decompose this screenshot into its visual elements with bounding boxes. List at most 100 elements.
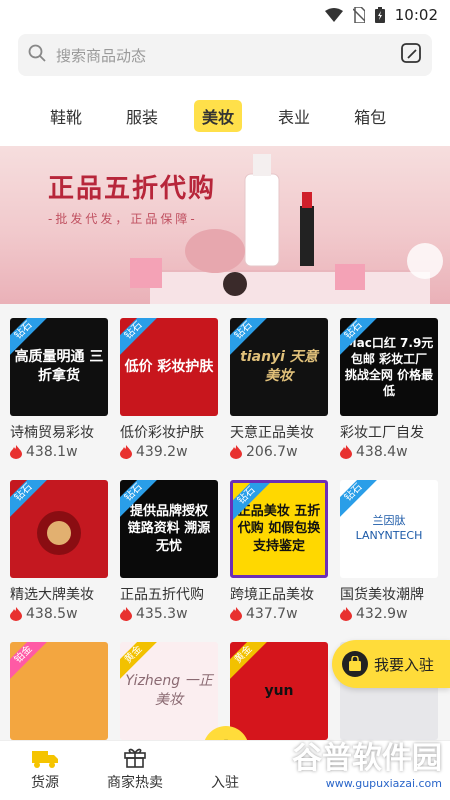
thumbnail-text (55, 687, 63, 695)
product-card[interactable]: 黄金 yun (230, 642, 330, 740)
heat-value: 206.7w (246, 444, 298, 460)
product-thumbnail: 钻石 正品美妆 五折代购 如假包换 支持鉴定 (230, 480, 328, 578)
product-card[interactable]: 钻石 精选大牌美妆 438.5w (10, 480, 110, 622)
product-row: 钻石 精选大牌美妆 438.5w 钻石 提供品牌授权 链路资料 溯源无忧 正品五… (10, 480, 440, 622)
tab-beauty[interactable]: 美妆 (194, 100, 243, 132)
flame-icon (120, 607, 132, 621)
flame-icon (120, 445, 132, 459)
thumbnail-text: yun (264, 682, 294, 699)
flame-icon (10, 607, 22, 621)
product-card[interactable]: 钻石 兰因肽 LANYNTECH 国货美妆潮牌 432.9w (340, 480, 440, 622)
watermark-title: 谷普软件园 (292, 741, 442, 776)
heat-count: 437.7w (230, 606, 330, 622)
site-watermark: 谷普软件园 www.gupuxiazai.com (292, 733, 442, 790)
product-card[interactable]: 黄金 Yizheng 一正美妆 (120, 642, 220, 740)
product-card[interactable]: 钻石 低价 彩妆护肤 低价彩妆护肤 439.2w (120, 318, 220, 460)
product-thumbnail: 钻石 兰因肽 LANYNTECH (340, 480, 438, 578)
heat-count: 438.4w (340, 444, 440, 460)
thumbnail-text: 正品美妆 五折代购 如假包换 支持鉴定 (237, 503, 321, 554)
heat-count: 206.7w (230, 444, 330, 460)
nav-sources[interactable]: 货源 (0, 748, 90, 792)
heat-count: 439.2w (120, 444, 220, 460)
product-name: 精选大牌美妆 (10, 587, 94, 603)
tab-watches[interactable]: 表业 (270, 100, 318, 132)
thumbnail-text: Mac口红 7.9元包邮 彩妆工厂 挑战全网 价格最低 (344, 335, 434, 399)
thumbnail-text: Yizheng 一正美妆 (125, 673, 213, 708)
heat-value: 438.5w (26, 606, 78, 622)
product-name: 彩妆工厂自发 (340, 425, 424, 441)
product-name: 跨境正品美妆 (230, 587, 314, 603)
tier-badge: 黄金 (230, 642, 271, 682)
product-thumbnail: 黄金 yun (230, 642, 328, 740)
heat-count: 438.5w (10, 606, 110, 622)
tier-badge: 钻石 (120, 318, 161, 358)
watermark-url: www.gupuxiazai.com (325, 777, 442, 790)
heat-value: 438.1w (26, 444, 78, 460)
product-thumbnail: 钻石 低价 彩妆护肤 (120, 318, 218, 416)
product-name: 国货美妆潮牌 (340, 587, 424, 603)
product-card[interactable]: 钻石 正品美妆 五折代购 如假包换 支持鉴定 跨境正品美妆 437.7w (230, 480, 330, 622)
thumbnail-text: 高质量明通 三折拿货 (14, 349, 104, 384)
cosmetics-illustration (130, 154, 443, 296)
heat-count: 438.1w (10, 444, 110, 460)
product-thumbnail: 钻石 Mac口红 7.9元包邮 彩妆工厂 挑战全网 价格最低 (340, 318, 438, 416)
category-tabs: 鞋靴 服装 美妆 表业 箱包 (0, 86, 450, 146)
join-merchant-label: 我要入驻 (374, 655, 435, 674)
nav-join-label: 入驻 (211, 775, 239, 791)
truck-icon (32, 751, 58, 768)
thumbnail-text (385, 687, 393, 695)
cushion-compact-image (37, 511, 81, 555)
product-thumbnail: 钻石 提供品牌授权 链路资料 溯源无忧 (120, 480, 218, 578)
heat-value: 437.7w (246, 606, 298, 622)
product-thumbnail: 钻石 高质量明通 三折拿货 (10, 318, 108, 416)
thumbnail-text: 低价 彩妆护肤 (124, 358, 214, 375)
promo-banner[interactable]: 正品五折代购 -批发代发，正品保障- (0, 146, 450, 304)
tab-bags[interactable]: 箱包 (346, 100, 394, 132)
product-name: 正品五折代购 (120, 587, 204, 603)
product-row: 钻石 高质量明通 三折拿货 诗楠贸易彩妆 438.1w 钻石 低价 彩妆护肤 低… (10, 318, 440, 460)
product-name: 诗楠贸易彩妆 (10, 425, 94, 441)
heat-count: 435.3w (120, 606, 220, 622)
search-icon (28, 44, 46, 66)
clock: 10:02 (394, 6, 438, 24)
product-name: 天意正品美妆 (230, 425, 314, 441)
product-card[interactable]: 钻石 Mac口红 7.9元包邮 彩妆工厂 挑战全网 价格最低 彩妆工厂自发 43… (340, 318, 440, 460)
product-thumbnail: 黄金 Yizheng 一正美妆 (120, 642, 218, 740)
heat-value: 439.2w (136, 444, 188, 460)
search-bar-container: 搜索商品动态 (0, 30, 450, 86)
flame-icon (230, 607, 242, 621)
thumbnail-text: tianyi 天意美妆 (240, 349, 318, 384)
no-sim-icon (352, 7, 365, 23)
search-placeholder: 搜索商品动态 (56, 46, 147, 65)
edit-note-icon[interactable] (400, 42, 422, 68)
product-thumbnail: 铂金 (10, 642, 108, 740)
nav-join[interactable]: 入驻 (180, 746, 270, 792)
wifi-icon (324, 8, 343, 22)
heat-count: 432.9w (340, 606, 440, 622)
product-card[interactable]: 钻石 高质量明通 三折拿货 诗楠贸易彩妆 438.1w (10, 318, 110, 460)
tier-badge: 铂金 (10, 642, 51, 682)
tab-clothing[interactable]: 服装 (118, 100, 166, 132)
heat-value: 432.9w (356, 606, 408, 622)
thumbnail-text: 提供品牌授权 链路资料 溯源无忧 (127, 503, 211, 554)
status-bar: 10:02 (0, 0, 450, 30)
heat-value: 438.4w (356, 444, 408, 460)
product-card[interactable]: 铂金 (10, 642, 110, 740)
product-card[interactable]: 钻石 提供品牌授权 链路资料 溯源无忧 正品五折代购 435.3w (120, 480, 220, 622)
shopping-bag-icon (342, 651, 368, 677)
product-name: 低价彩妆护肤 (120, 425, 204, 441)
search-input[interactable]: 搜索商品动态 (18, 34, 432, 76)
gift-icon (124, 748, 146, 768)
nav-hot-merchants[interactable]: 商家热卖 (90, 746, 180, 792)
product-card[interactable]: 钻石 tianyi 天意美妆 天意正品美妆 206.7w (230, 318, 330, 460)
thumbnail-text: 兰因肽 LANYNTECH (355, 514, 423, 542)
flame-icon (340, 445, 352, 459)
join-merchant-button[interactable]: 我要入驻 (332, 640, 450, 688)
tab-shoes[interactable]: 鞋靴 (42, 100, 90, 132)
flame-icon (230, 445, 242, 459)
flame-icon (340, 607, 352, 621)
product-thumbnail: 钻石 tianyi 天意美妆 (230, 318, 328, 416)
heat-value: 435.3w (136, 606, 188, 622)
nav-sources-label: 货源 (31, 775, 59, 791)
flame-icon (10, 445, 22, 459)
